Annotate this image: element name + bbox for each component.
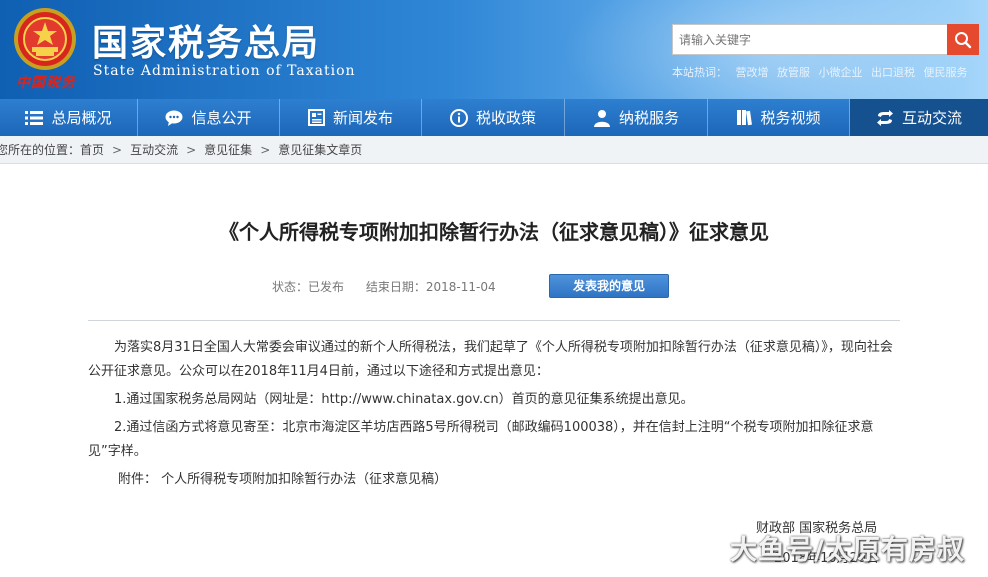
article-meta: 状态：已发布 结束日期：2018-11-04 — [272, 278, 496, 295]
breadcrumb-prefix: 您所在的位置： — [0, 143, 81, 157]
site-header: 中国税务 国家税务总局 State Administration of Taxa… — [0, 0, 988, 99]
search-input[interactable] — [672, 24, 948, 55]
breadcrumb-separator: > — [260, 142, 271, 157]
exchange-icon — [876, 109, 893, 126]
national-emblem-icon[interactable] — [12, 6, 78, 72]
nav-item-label: 税务视频 — [760, 109, 821, 127]
nav-item-tax-video[interactable]: 税务视频 — [708, 99, 850, 136]
post-comment-button[interactable]: 发表我的意见 — [549, 274, 669, 298]
article-title: 《个人所得税专项附加扣除暂行办法（征求意见稿）》征求意见 — [219, 220, 769, 244]
breadcrumb-current-page[interactable]: 意见征集文章页 — [278, 141, 362, 158]
hot-words-label: 本站热词： — [672, 66, 727, 79]
newspaper-icon — [307, 109, 325, 126]
nav-item-overview[interactable]: 总局概况 — [0, 99, 138, 136]
nav-item-news[interactable]: 新闻发布 — [280, 99, 422, 136]
nav-item-label: 纳税服务 — [618, 109, 679, 127]
main-nav: 总局概况 信息公开 新闻发布 税收政策 纳税服务 税务视频 互动交流 — [0, 99, 988, 136]
hot-word-link[interactable]: 营改增 — [736, 66, 769, 79]
hot-word-link[interactable]: 便民服务 — [924, 66, 968, 79]
speech-bubble-icon — [165, 110, 183, 126]
status-text: 状态：已发布 — [272, 280, 345, 294]
breadcrumb-interaction-link[interactable]: 互动交流 — [130, 141, 178, 158]
site-title[interactable]: 国家税务总局 — [92, 14, 320, 66]
attachment-link[interactable]: 附件： 个人所得税专项附加扣除暂行办法（征求意见稿） — [88, 468, 900, 492]
nav-item-interaction[interactable]: 互动交流 — [850, 99, 988, 136]
breadcrumb-home-link[interactable]: 首页 — [80, 141, 104, 158]
nav-item-label: 新闻发布 — [332, 109, 393, 127]
content-divider — [88, 320, 900, 321]
search-button[interactable] — [947, 24, 979, 55]
body-paragraph: 2.通过信函方式将意见寄至：北京市海淀区羊坊店西路5号所得税司（邮政编码1000… — [88, 420, 874, 459]
menu-icon — [25, 110, 44, 125]
hot-word-link[interactable]: 放管服 — [777, 66, 810, 79]
breadcrumb-separator: > — [186, 142, 197, 157]
nav-item-tax-policy[interactable]: 税收政策 — [422, 99, 565, 136]
hot-word-link[interactable]: 小微企业 — [819, 66, 863, 79]
breadcrumb-separator: > — [112, 142, 123, 157]
emblem-caption: 中国税务 — [16, 75, 76, 91]
info-icon — [449, 108, 468, 127]
body-paragraph: 为落实8月31日全国人大常委会审议通过的新个人所得税法，我们起草了《个人所得税专… — [88, 340, 893, 379]
hot-word-link[interactable]: 出口退税 — [871, 66, 915, 79]
body-paragraph: 1.通过国家税务总局网站（网址是：http://www.chinatax.gov… — [114, 392, 694, 407]
end-date-text: 结束日期：2018-11-04 — [365, 280, 496, 294]
book-icon — [737, 110, 753, 126]
nav-item-label: 信息公开 — [191, 109, 252, 127]
article-body: 为落实8月31日全国人大常委会审议通过的新个人所得税法，我们起草了《个人所得税专… — [88, 336, 900, 492]
search-icon — [955, 31, 972, 48]
nav-item-taxpayer-service[interactable]: 纳税服务 — [565, 99, 708, 136]
user-icon — [593, 109, 610, 127]
nav-item-label: 互动交流 — [901, 109, 962, 127]
breadcrumb-collection-link[interactable]: 意见征集 — [204, 141, 252, 158]
breadcrumb: 您所在的位置： 首页 > 互动交流 > 意见征集 > 意见征集文章页 — [0, 136, 988, 164]
nav-item-label: 税收政策 — [475, 109, 536, 127]
nav-item-info-disclosure[interactable]: 信息公开 — [138, 99, 280, 136]
nav-item-label: 总局概况 — [51, 109, 112, 127]
site-subtitle: State Administration of Taxation — [93, 63, 356, 79]
watermark: 大鱼号/太原有房叔 — [730, 535, 965, 566]
hot-words: 本站热词： 营改增 放管服 小微企业 出口退税 便民服务 — [672, 64, 982, 80]
